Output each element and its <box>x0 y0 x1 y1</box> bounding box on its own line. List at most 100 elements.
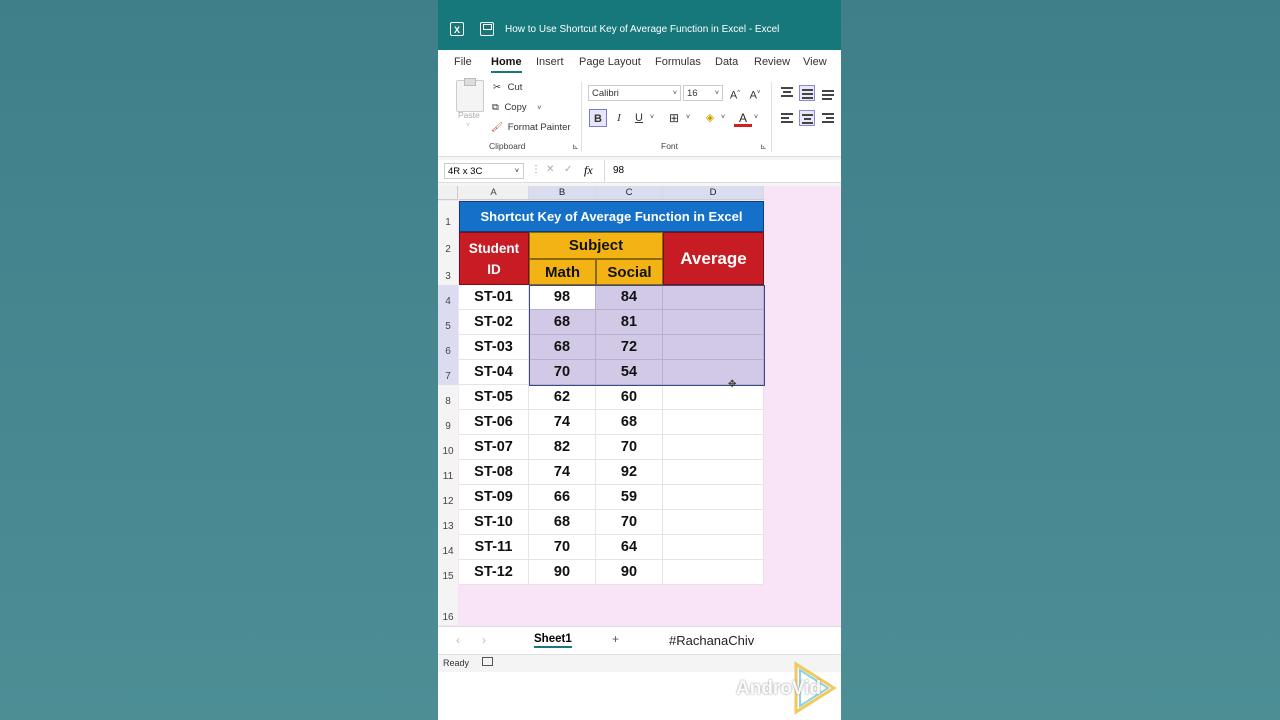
student-id-cell[interactable]: ST-09 <box>459 485 529 510</box>
accessibility-icon[interactable] <box>482 657 493 666</box>
average-cell[interactable] <box>663 460 764 485</box>
font-size-select[interactable]: 16 ˅ <box>683 85 723 101</box>
tab-insert[interactable]: Insert <box>536 56 564 68</box>
social-score-cell[interactable]: 81 <box>596 310 663 335</box>
fill-color-icon[interactable]: ◈ <box>701 109 719 127</box>
student-id-cell[interactable]: ST-02 <box>459 310 529 335</box>
student-id-cell[interactable]: ST-07 <box>459 435 529 460</box>
subject-header[interactable]: Subject <box>529 232 663 259</box>
social-score-cell[interactable]: 70 <box>596 510 663 535</box>
row-header[interactable]: 11 <box>438 460 458 485</box>
math-score-cell[interactable]: 68 <box>529 335 596 360</box>
formula-input[interactable]: 98 <box>604 160 841 182</box>
align-center-icon[interactable] <box>799 110 815 126</box>
align-bottom-icon[interactable] <box>820 87 836 103</box>
average-cell[interactable] <box>663 285 764 310</box>
row-header[interactable]: 10 <box>438 435 458 460</box>
social-score-cell[interactable]: 59 <box>596 485 663 510</box>
average-header[interactable]: Average <box>663 232 764 285</box>
math-score-cell[interactable]: 68 <box>529 310 596 335</box>
chevron-down-icon[interactable]: ˅ <box>686 114 690 121</box>
math-score-cell[interactable]: 74 <box>529 410 596 435</box>
tab-view[interactable]: View <box>803 56 827 68</box>
name-box[interactable]: 4R x 3C ˅ <box>444 163 524 179</box>
row-header[interactable]: 3 <box>438 259 458 285</box>
math-score-cell[interactable]: 66 <box>529 485 596 510</box>
row-header[interactable]: 14 <box>438 535 458 560</box>
average-cell[interactable] <box>663 385 764 410</box>
social-header[interactable]: Social <box>596 259 663 285</box>
social-score-cell[interactable]: 68 <box>596 410 663 435</box>
tab-home[interactable]: Home <box>491 56 522 73</box>
italic-button[interactable]: I <box>610 109 628 127</box>
chevron-down-icon[interactable]: ˅ <box>721 114 725 121</box>
average-cell[interactable] <box>663 310 764 335</box>
student-id-cell[interactable]: ST-08 <box>459 460 529 485</box>
insert-function-icon[interactable]: fx <box>584 163 593 178</box>
math-score-cell[interactable]: 62 <box>529 385 596 410</box>
student-id-cell[interactable]: ST-01 <box>459 285 529 310</box>
sheet-title-cell[interactable]: Shortcut Key of Average Function in Exce… <box>459 201 764 232</box>
math-score-cell[interactable]: 70 <box>529 360 596 385</box>
cut-button[interactable]: ✂ Cut <box>493 82 522 93</box>
row-header[interactable]: 2 <box>438 232 458 259</box>
average-cell[interactable] <box>663 485 764 510</box>
column-header-b[interactable]: B <box>529 186 596 200</box>
row-header[interactable]: 9 <box>438 410 458 435</box>
math-score-cell[interactable]: 70 <box>529 535 596 560</box>
grow-font-icon[interactable]: A^ <box>726 84 744 102</box>
social-score-cell[interactable]: 64 <box>596 535 663 560</box>
chevron-down-icon[interactable]: ˅ <box>754 114 758 121</box>
math-score-cell[interactable]: 74 <box>529 460 596 485</box>
save-icon[interactable] <box>480 22 494 36</box>
tab-review[interactable]: Review <box>754 56 790 68</box>
social-score-cell[interactable]: 90 <box>596 560 663 585</box>
row-header[interactable]: 12 <box>438 485 458 510</box>
bold-button[interactable]: B <box>589 109 607 127</box>
cancel-icon[interactable]: ✕ <box>546 164 554 175</box>
student-id-cell[interactable]: ST-11 <box>459 535 529 560</box>
column-header-a[interactable]: A <box>459 186 529 200</box>
enter-icon[interactable]: ✓ <box>564 164 572 175</box>
font-launcher-icon[interactable]: ⊾ <box>760 142 767 151</box>
student-id-cell[interactable]: ST-12 <box>459 560 529 585</box>
tab-formulas[interactable]: Formulas <box>655 56 701 68</box>
select-all-corner[interactable] <box>438 186 458 200</box>
next-sheet-icon[interactable]: › <box>482 633 486 647</box>
shrink-font-icon[interactable]: A˅ <box>746 84 764 102</box>
row-header[interactable]: 16 <box>438 585 458 625</box>
borders-icon[interactable]: ⊞ <box>665 109 683 127</box>
row-header[interactable]: 5 <box>438 310 458 335</box>
row-header[interactable]: 6 <box>438 335 458 360</box>
average-cell[interactable] <box>663 535 764 560</box>
clipboard-launcher-icon[interactable]: ⊾ <box>572 142 579 151</box>
copy-button[interactable]: ⧉ Copy ˅ <box>492 102 541 113</box>
math-header[interactable]: Math <box>529 259 596 285</box>
average-cell[interactable] <box>663 360 764 385</box>
social-score-cell[interactable]: 70 <box>596 435 663 460</box>
student-id-cell[interactable]: ST-04 <box>459 360 529 385</box>
sheet-tab-sheet1[interactable]: Sheet1 <box>534 633 572 648</box>
paste-icon[interactable] <box>456 78 484 112</box>
align-top-icon[interactable] <box>779 85 795 101</box>
average-cell[interactable] <box>663 410 764 435</box>
social-score-cell[interactable]: 92 <box>596 460 663 485</box>
math-score-cell[interactable]: 68 <box>529 510 596 535</box>
font-color-icon[interactable]: A <box>734 109 752 127</box>
row-header[interactable]: 1 <box>438 201 458 232</box>
social-score-cell[interactable]: 84 <box>596 285 663 310</box>
average-cell[interactable] <box>663 510 764 535</box>
row-header[interactable]: 13 <box>438 510 458 535</box>
tab-data[interactable]: Data <box>715 56 738 68</box>
row-header[interactable]: 15 <box>438 560 458 585</box>
tab-file[interactable]: File <box>454 56 472 68</box>
format-painter-button[interactable]: 🖌 Format Painter <box>491 122 571 133</box>
row-header[interactable]: 7 <box>438 360 458 385</box>
student-id-cell[interactable]: ST-05 <box>459 385 529 410</box>
add-sheet-button[interactable]: + <box>612 632 619 646</box>
row-header[interactable]: 4 <box>438 285 458 310</box>
font-name-select[interactable]: Calibri ˅ <box>588 85 681 101</box>
student-id-cell[interactable]: ST-03 <box>459 335 529 360</box>
average-cell[interactable] <box>663 335 764 360</box>
tab-page-layout[interactable]: Page Layout <box>579 56 641 68</box>
